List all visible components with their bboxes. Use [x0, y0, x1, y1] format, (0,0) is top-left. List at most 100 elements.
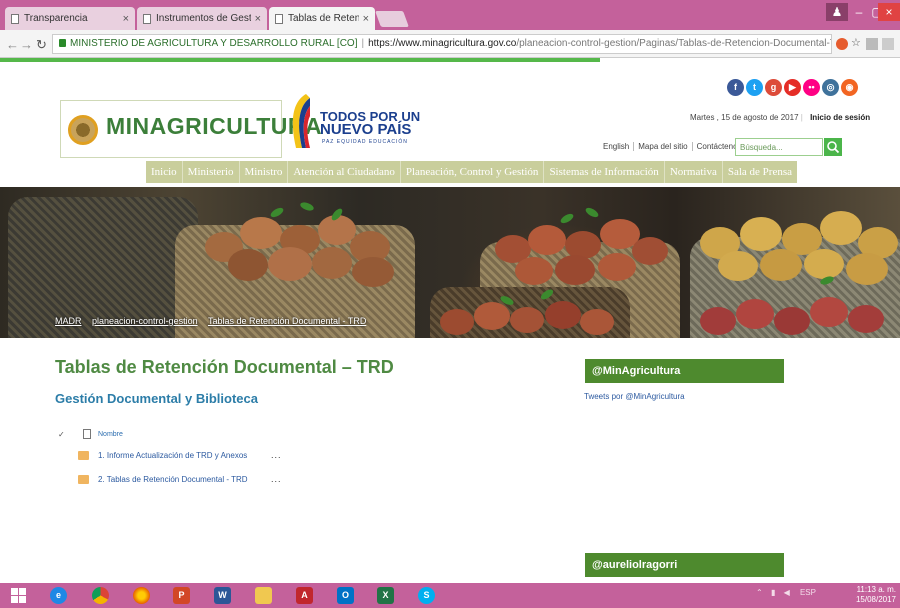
- twitter-icon[interactable]: t: [746, 79, 763, 96]
- url-path: /planeacion-control-gestion/Paginas/Tabl…: [516, 38, 832, 49]
- tab-tablas-retencion[interactable]: Tablas de Retención Doc ×: [269, 7, 375, 30]
- extension-icon[interactable]: [866, 38, 878, 50]
- rss-icon[interactable]: ◉: [841, 79, 858, 96]
- url-host: https://www.minagricultura.gov.co: [368, 38, 517, 49]
- utility-links: English Mapa del sitio Contáctenos: [599, 142, 746, 151]
- tray-chevron-icon[interactable]: ⌃: [756, 588, 763, 597]
- lock-icon: [59, 39, 66, 47]
- current-date: Martes , 15 de agosto de 2017: [690, 113, 799, 122]
- screen: Transparencia × Instrumentos de Gestión …: [0, 0, 900, 608]
- search-input[interactable]: [735, 138, 823, 156]
- file-type-icon: [83, 429, 91, 439]
- volume-icon[interactable]: ◀: [784, 588, 790, 597]
- page-load-progress: [0, 58, 600, 62]
- item-menu-button[interactable]: ...: [271, 474, 282, 484]
- tab-close-icon[interactable]: ×: [255, 13, 261, 25]
- list-header: ✓ Nombre: [55, 427, 123, 441]
- breadcrumb-section[interactable]: planeacion-control-gestion: [92, 316, 198, 326]
- tab-close-icon[interactable]: ×: [123, 13, 129, 25]
- nav-atencion-ciudadano[interactable]: Atención al Ciudadano: [288, 161, 401, 183]
- campaign-flag-icon: [292, 94, 310, 148]
- twitter-widget-header[interactable]: @MinAgricultura: [585, 359, 784, 383]
- document-library-list: ✓ Nombre: [55, 427, 123, 441]
- outlook-icon[interactable]: O: [337, 587, 354, 604]
- list-item-link[interactable]: 2. Tablas de Retención Documental - TRD: [98, 475, 248, 484]
- tab-label: Tablas de Retención Doc: [288, 13, 359, 24]
- user-profile-icon[interactable]: ♟: [826, 3, 848, 21]
- nav-sistemas-informacion[interactable]: Sistemas de Información: [544, 161, 665, 183]
- windows-start-icon[interactable]: [10, 587, 27, 604]
- extension-icon[interactable]: [836, 38, 848, 50]
- search-icon: [827, 141, 840, 154]
- sitemap-link[interactable]: Mapa del sitio: [634, 142, 693, 151]
- breadcrumb-current[interactable]: Tablas de Retención Documental - TRD: [208, 316, 366, 326]
- powerpoint-icon[interactable]: P: [173, 587, 190, 604]
- file-explorer-icon[interactable]: [255, 587, 272, 604]
- nav-ministerio[interactable]: Ministerio: [183, 161, 240, 183]
- search-button[interactable]: [824, 138, 842, 156]
- clock-date: 15/08/2017: [855, 595, 896, 604]
- login-link[interactable]: Inicio de sesión: [810, 113, 870, 122]
- select-all-checkmark-icon[interactable]: ✓: [58, 430, 68, 439]
- page-title: Tablas de Retención Documental – TRD: [55, 357, 394, 377]
- google-plus-icon[interactable]: g: [765, 79, 782, 96]
- tab-transparencia[interactable]: Transparencia ×: [5, 7, 135, 30]
- tab-label: Transparencia: [24, 13, 88, 24]
- tab-instrumentos[interactable]: Instrumentos de Gestión ×: [137, 7, 267, 30]
- list-item[interactable]: 1. Informe Actualización de TRD y Anexos: [78, 451, 247, 460]
- folder-icon: [78, 475, 89, 484]
- campaign-tagline: PAZ EQUIDAD EDUCACIÓN: [322, 139, 408, 145]
- nav-ministro[interactable]: Ministro: [240, 161, 289, 183]
- url-field[interactable]: MINISTERIO DE AGRICULTURA Y DESARROLLO R…: [52, 34, 832, 54]
- list-item-link[interactable]: 1. Informe Actualización de TRD y Anexos: [98, 451, 247, 460]
- forward-icon[interactable]: →: [20, 37, 33, 52]
- main-navigation: Inicio Ministerio Ministro Atención al C…: [146, 161, 798, 183]
- system-tray: ⌃ ▮ ◀ ESP: [756, 588, 816, 597]
- date-bar: Martes , 15 de agosto de 2017 | Inicio d…: [690, 113, 871, 122]
- chrome-icon[interactable]: [92, 587, 109, 604]
- network-icon[interactable]: ▮: [771, 588, 775, 597]
- close-window-button[interactable]: ×: [878, 3, 900, 21]
- skype-icon[interactable]: S: [418, 587, 435, 604]
- site-identity: MINISTERIO DE AGRICULTURA Y DESARROLLO R…: [70, 38, 358, 49]
- folder-icon: [78, 451, 89, 460]
- clock-time: 11:13 a. m.: [856, 585, 896, 594]
- firefox-icon[interactable]: [133, 587, 150, 604]
- tab-label: Instrumentos de Gestión: [156, 13, 251, 24]
- nav-inicio[interactable]: Inicio: [146, 161, 183, 183]
- nav-planeacion-control-gestion[interactable]: Planeación, Control y Gestión: [401, 161, 545, 183]
- breadcrumb-home[interactable]: MADR: [55, 316, 82, 326]
- item-menu-button[interactable]: ...: [271, 450, 282, 460]
- list-item[interactable]: 2. Tablas de Retención Documental - TRD: [78, 475, 248, 484]
- tab-close-icon[interactable]: ×: [363, 13, 369, 25]
- social-icons: f t g ▶ •• ◎ ◉: [727, 79, 858, 96]
- breadcrumb: MADR planeacion-control-gestion Tablas d…: [55, 316, 374, 326]
- reload-icon[interactable]: ↻: [36, 37, 47, 53]
- nav-normativa[interactable]: Normativa: [665, 161, 723, 183]
- acrobat-icon[interactable]: A: [296, 587, 313, 604]
- new-tab-button[interactable]: [375, 11, 409, 27]
- excel-icon[interactable]: X: [377, 587, 394, 604]
- facebook-icon[interactable]: f: [727, 79, 744, 96]
- word-icon[interactable]: W: [214, 587, 231, 604]
- english-link[interactable]: English: [599, 142, 635, 151]
- nav-sala-prensa[interactable]: Sala de Prensa: [723, 161, 797, 183]
- section-title: Gestión Documental y Biblioteca: [55, 391, 258, 406]
- browser-tab-bar: Transparencia × Instrumentos de Gestión …: [0, 0, 900, 30]
- page-icon: [143, 13, 151, 24]
- taskbar-clock[interactable]: 11:13 a. m. 15/08/2017: [846, 585, 896, 605]
- column-header-nombre[interactable]: Nombre: [98, 431, 123, 438]
- back-icon[interactable]: ←: [6, 37, 19, 52]
- twitter-widget-header-2[interactable]: @aureliolragorri: [585, 553, 784, 577]
- twitter-widget-link[interactable]: Tweets por @MinAgricultura: [584, 392, 685, 401]
- menu-icon[interactable]: [882, 38, 894, 50]
- internet-explorer-icon[interactable]: e: [50, 587, 67, 604]
- instagram-icon[interactable]: ◎: [822, 79, 839, 96]
- keyboard-language[interactable]: ESP: [800, 588, 816, 597]
- address-bar-row: ← → ↻ MINISTERIO DE AGRICULTURA Y DESARR…: [0, 30, 900, 58]
- youtube-icon[interactable]: ▶: [784, 79, 801, 96]
- page-icon: [275, 13, 283, 24]
- page-icon: [11, 13, 19, 24]
- star-bookmark-icon[interactable]: ☆: [851, 36, 863, 49]
- flickr-icon[interactable]: ••: [803, 79, 820, 96]
